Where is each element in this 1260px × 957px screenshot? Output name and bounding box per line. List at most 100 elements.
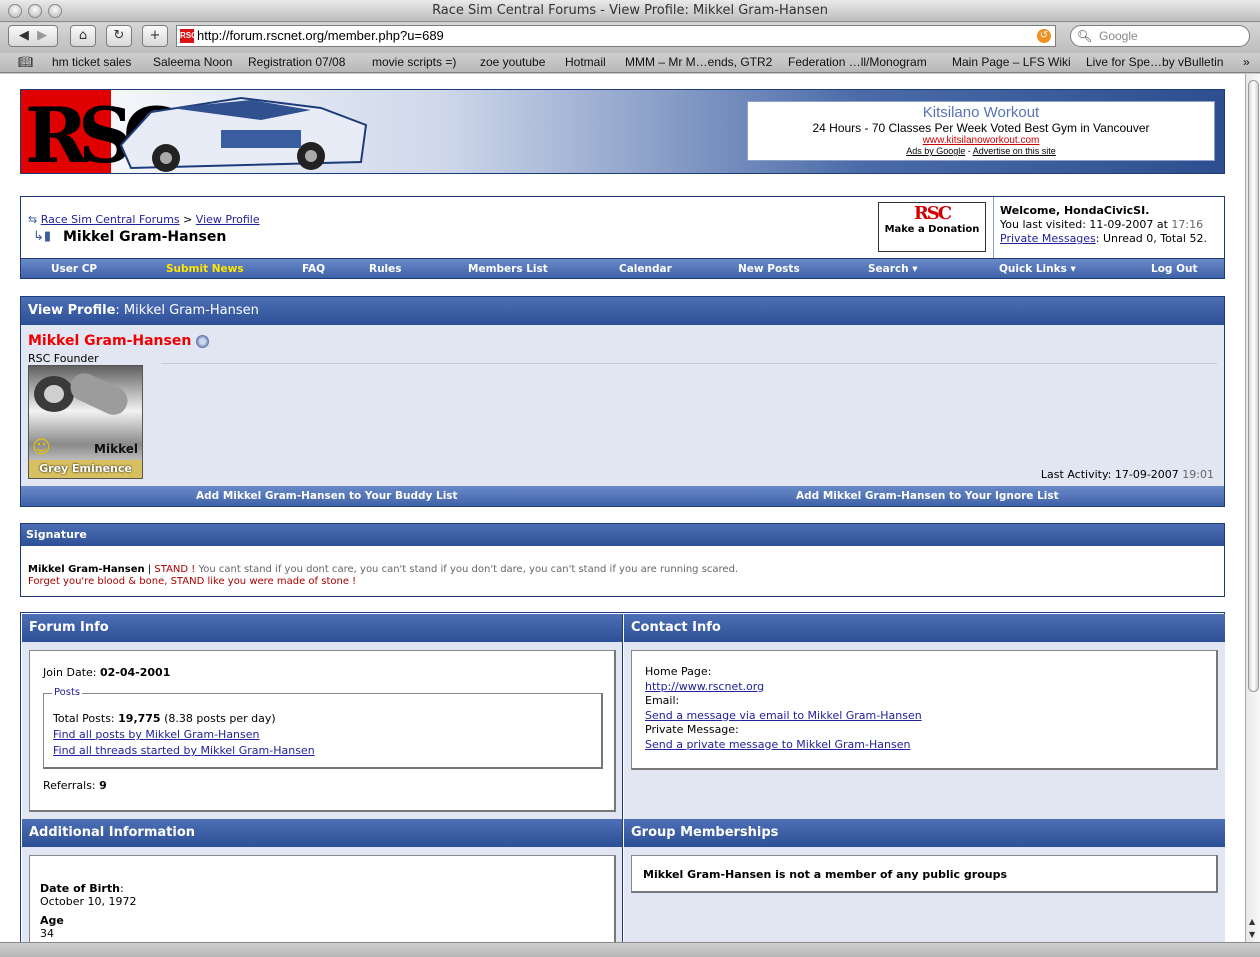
find-all-threads-link[interactable]: Find all threads started by Mikkel Gram-… xyxy=(53,744,315,757)
forward-arrow-icon[interactable]: ▶ xyxy=(37,28,47,43)
plus-icon: + xyxy=(149,28,161,43)
nav-submit-news[interactable]: Submit News xyxy=(166,259,244,279)
forum-home-icon[interactable]: ⇆ xyxy=(28,213,37,226)
contact-info-body: Home Page: http://www.rscnet.org Email: … xyxy=(645,665,922,752)
home-page-label: Home Page: xyxy=(645,665,712,678)
rss-refresh-icon[interactable]: ↺ xyxy=(1037,29,1051,43)
nav-faq[interactable]: FAQ xyxy=(302,259,325,279)
donate-label: Make a Donation xyxy=(884,224,980,235)
nav-members-list[interactable]: Members List xyxy=(468,259,548,279)
close-window-button[interactable] xyxy=(8,4,22,18)
nav-quick-links[interactable]: Quick Links ▾ xyxy=(999,259,1076,279)
google-ad-box[interactable]: Kitsilano Workout 24 Hours - 70 Classes … xyxy=(747,101,1215,161)
nav-search[interactable]: Search ▾ xyxy=(868,259,918,279)
nav-calendar[interactable]: Calendar xyxy=(619,259,672,279)
signature-stand: STAND ! xyxy=(154,564,196,575)
back-arrow-icon[interactable]: ◀ xyxy=(19,28,29,43)
bookmarks-overflow-icon[interactable]: » xyxy=(1243,53,1250,72)
bookmark-item[interactable]: movie scripts =) xyxy=(372,53,456,72)
group-memberships-panel: Mikkel Gram-Hansen is not a member of an… xyxy=(631,855,1218,893)
window-title: Race Sim Central Forums - View Profile: … xyxy=(432,3,828,18)
advertise-link[interactable]: Advertise on this site xyxy=(973,146,1056,156)
donate-button[interactable]: RSC Make a Donation xyxy=(878,202,986,252)
breadcrumb-current-link[interactable]: View Profile xyxy=(196,213,260,226)
address-bar[interactable]: RSC http://forum.rscnet.org/member.php?u… xyxy=(176,25,1056,47)
bookmark-item[interactable]: Saleema Noon xyxy=(153,53,232,72)
breadcrumb-arrow-icon: ↳▮ xyxy=(33,229,52,244)
ad-title[interactable]: Kitsilano Workout xyxy=(748,104,1214,121)
bookmark-item[interactable]: Federation …ll/Monogram xyxy=(788,53,927,72)
member-rank: RSC Founder xyxy=(28,352,99,365)
scroll-up-arrow-icon[interactable]: ▲ xyxy=(1249,917,1255,926)
email-link[interactable]: Send a message via email to Mikkel Gram-… xyxy=(645,709,922,722)
breadcrumb-home-link[interactable]: Race Sim Central Forums xyxy=(41,213,180,226)
site-header: RSC Kitsilano Workout 24 Hours - 70 Clas… xyxy=(20,89,1225,174)
nav-user-cp[interactable]: User CP xyxy=(51,259,97,279)
find-all-posts-link[interactable]: Find all posts by Mikkel Gram-Hansen xyxy=(53,728,260,741)
signature-line2: Forget you're blood & bone, STAND like y… xyxy=(28,576,357,587)
contact-info-header: Contact Info xyxy=(624,614,1225,642)
minimize-window-button[interactable] xyxy=(28,4,42,18)
bookmark-item[interactable]: Hotmail xyxy=(565,53,606,72)
scroll-down-arrow-icon[interactable]: ▼ xyxy=(1249,930,1255,939)
nav-log-out[interactable]: Log Out xyxy=(1151,259,1198,279)
ads-by-google-link[interactable]: Ads by Google xyxy=(906,146,965,156)
reload-button[interactable]: ↻ xyxy=(106,25,132,47)
offline-status-icon xyxy=(196,334,210,348)
additional-info-panel: Date of Birth: October 10, 1972 Age 34 xyxy=(29,855,616,942)
total-posts-value: 19,775 xyxy=(118,712,161,725)
search-placeholder[interactable]: Google xyxy=(1099,29,1138,43)
email-label: Email: xyxy=(645,694,680,707)
bookmark-item[interactable]: Live for Spe…by vBulletin xyxy=(1086,53,1223,72)
pm-status: : Unread 0, Total 52. xyxy=(1095,232,1207,245)
status-bar xyxy=(0,942,1260,957)
posts-info: Total Posts: 19,775 (8.38 posts per day)… xyxy=(53,711,315,759)
last-activity-label: Last Activity: 17-09-2007 xyxy=(1040,468,1179,481)
signature-name: Mikkel Gram-Hansen xyxy=(28,564,145,575)
member-name-text: Mikkel Gram-Hansen xyxy=(28,333,192,349)
private-messages-link[interactable]: Private Messages xyxy=(1000,232,1096,245)
bookmark-item[interactable]: zoe youtube xyxy=(480,53,545,72)
add-bookmark-button[interactable]: + xyxy=(142,25,168,47)
add-ignore-link[interactable]: Add Mikkel Gram-Hansen to Your Ignore Li… xyxy=(796,486,1059,506)
bookmarks-bar: 📖︎ hm ticket sales Saleema Noon Registra… xyxy=(0,53,1260,73)
zoom-window-button[interactable] xyxy=(48,4,62,18)
search-field[interactable]: 🔍︎ Google xyxy=(1070,25,1250,47)
total-posts-label: Total Posts: xyxy=(53,712,119,725)
home-button[interactable]: ⌂ xyxy=(70,25,96,47)
additional-info-header: Additional Information xyxy=(22,819,622,847)
private-message-link[interactable]: Send a private message to Mikkel Gram-Ha… xyxy=(645,738,910,751)
add-buddy-link[interactable]: Add Mikkel Gram-Hansen to Your Buddy Lis… xyxy=(196,486,458,506)
posts-legend: Posts xyxy=(52,687,83,698)
home-icon: ⌂ xyxy=(78,28,88,43)
home-page-link[interactable]: http://www.rscnet.org xyxy=(645,680,764,693)
profile-header-label: View Profile xyxy=(28,303,116,318)
join-date: Join Date: 02-04-2001 xyxy=(43,666,170,679)
dob-label: Date of Birth xyxy=(40,882,120,895)
bookmark-item[interactable]: MMM – Mr M…ends, GTR2 xyxy=(625,53,772,72)
ad-url[interactable]: www.kitsilanoworkout.com xyxy=(748,135,1214,146)
nav-rules[interactable]: Rules xyxy=(369,259,402,279)
bookmark-item[interactable]: Main Page – LFS Wiki xyxy=(952,53,1071,72)
rsc-logo[interactable]: RSC xyxy=(21,90,381,173)
page-title: Mikkel Gram-Hansen xyxy=(63,229,227,245)
bookmarks-book-icon[interactable]: 📖︎ xyxy=(18,53,33,72)
bookmark-item[interactable]: hm ticket sales xyxy=(52,53,131,72)
signature-header: Signature xyxy=(21,524,1224,546)
forum-info-header: Forum Info xyxy=(22,614,622,642)
bookmark-item[interactable]: Registration 07/08 xyxy=(248,53,345,72)
referrals-label: Referrals: xyxy=(43,779,100,792)
age-value: 34 xyxy=(40,927,54,940)
signature-pipe: | xyxy=(144,564,155,575)
address-text[interactable]: http://forum.rscnet.org/member.php?u=689 xyxy=(197,28,444,43)
welcome-greeting: Welcome, HondaCivicSI. xyxy=(1000,204,1150,217)
browser-toolbar: ◀ ▶ ⌂ ↻ + RSC http://forum.rscnet.org/me… xyxy=(0,23,1260,53)
main-navbar: User CP Submit News FAQ Rules Members Li… xyxy=(20,259,1225,279)
profile-block: View Profile: Mikkel Gram-Hansen Mikkel … xyxy=(20,296,1225,507)
ad-description: 24 Hours - 70 Classes Per Week Voted Bes… xyxy=(812,121,1150,135)
forum-info-panel: Join Date: 02-04-2001 Posts Total Posts:… xyxy=(29,650,616,812)
back-forward-buttons[interactable]: ◀ ▶ xyxy=(8,25,58,47)
scrollbar-thumb[interactable] xyxy=(1248,80,1259,692)
vertical-scrollbar[interactable]: ▲ ▼ xyxy=(1245,74,1260,942)
nav-new-posts[interactable]: New Posts xyxy=(738,259,800,279)
